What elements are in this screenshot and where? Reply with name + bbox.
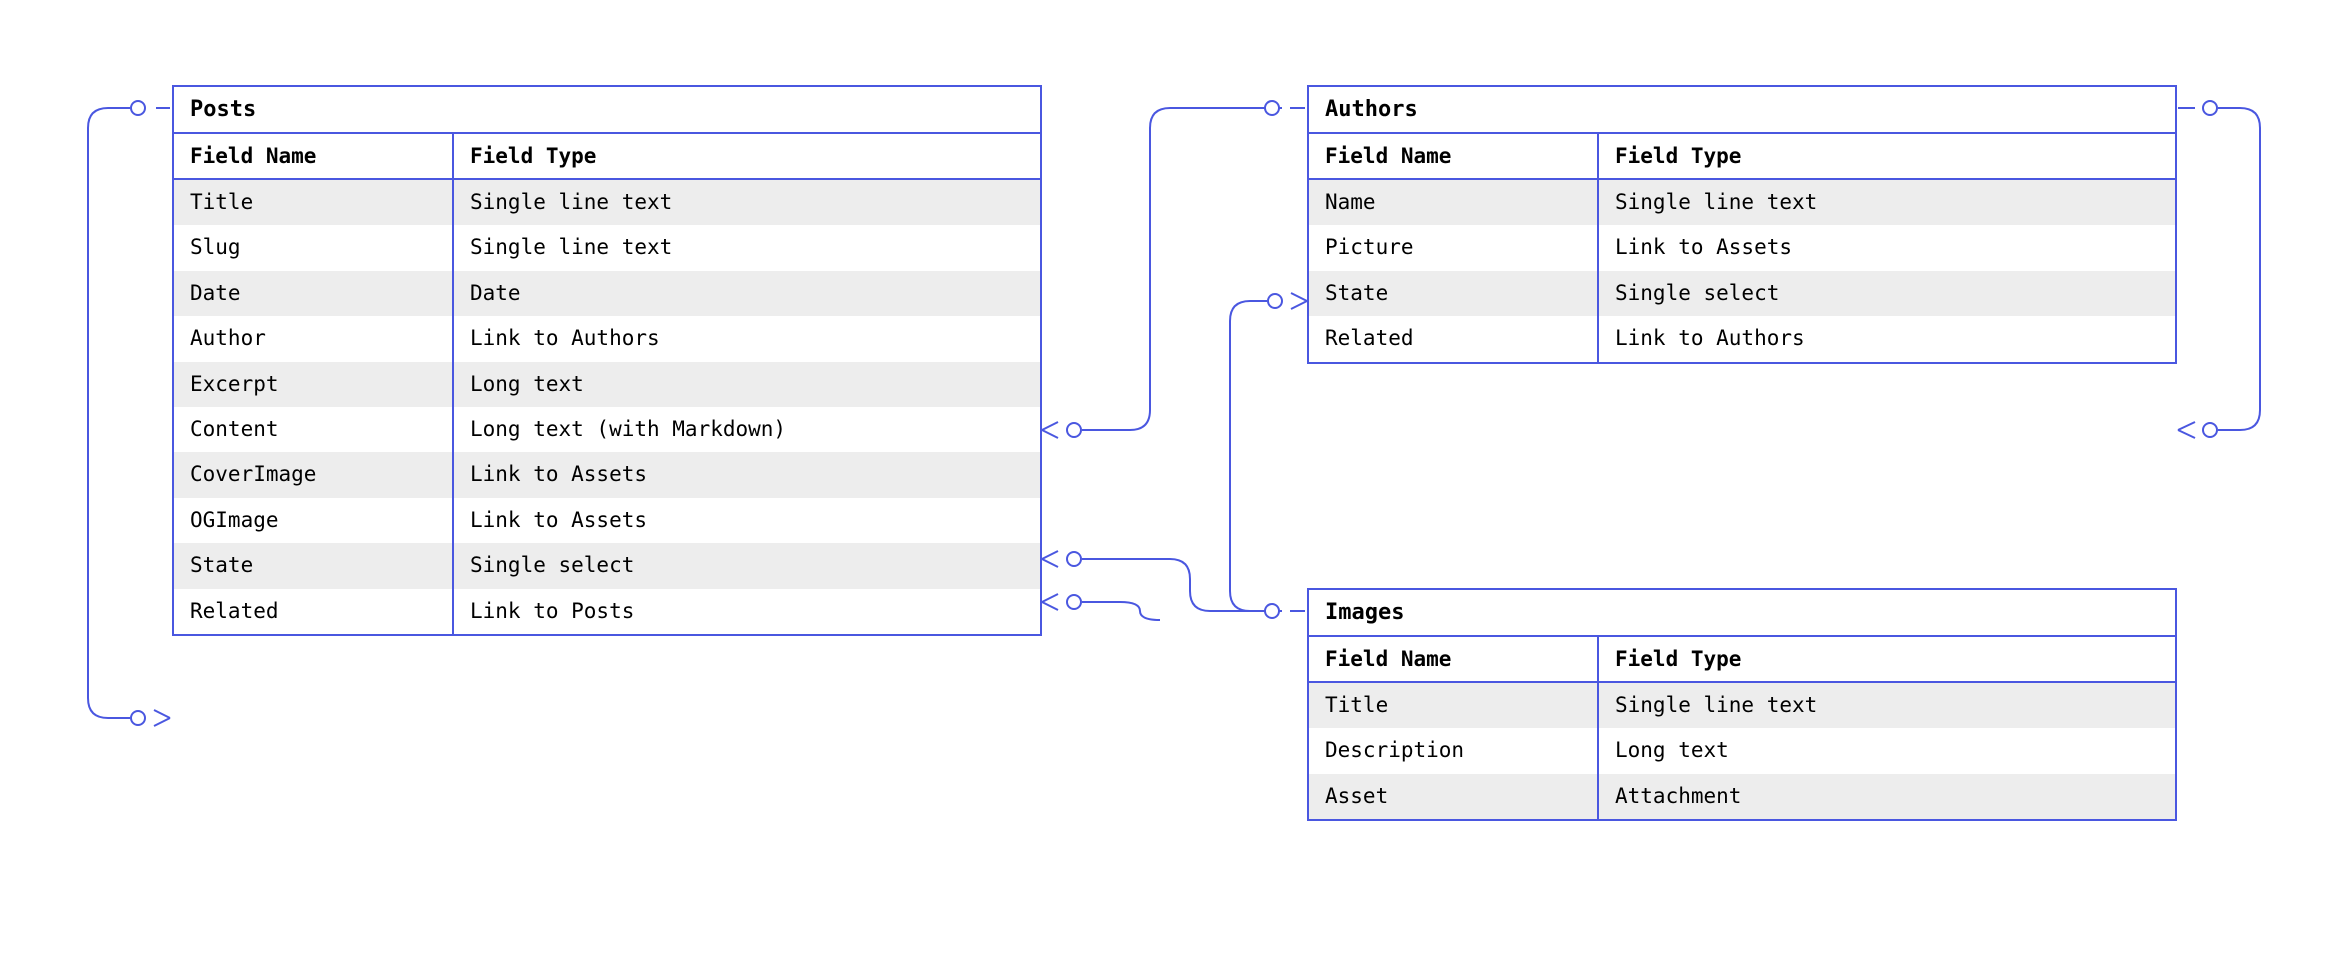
table-row: CoverImage Link to Assets bbox=[174, 452, 1040, 497]
rel-posts-related-self bbox=[88, 101, 170, 726]
header-field-name: Field Name bbox=[1309, 134, 1599, 178]
table-row: Excerpt Long text bbox=[174, 362, 1040, 407]
header-field-type: Field Type bbox=[454, 134, 1040, 178]
table-row: OGImage Link to Assets bbox=[174, 498, 1040, 543]
table-images: Images Field Name Field Type Title Singl… bbox=[1307, 588, 2177, 821]
table-row: Name Single line text bbox=[1309, 180, 2175, 225]
table-header-row: Field Name Field Type bbox=[1309, 134, 2175, 180]
table-row: Content Long text (with Markdown) bbox=[174, 407, 1040, 452]
rel-posts-author-to-authors bbox=[1042, 101, 1305, 438]
table-row: Picture Link to Assets bbox=[1309, 225, 2175, 270]
table-row: Title Single line text bbox=[174, 180, 1040, 225]
rel-posts-coverimage-to-images bbox=[1042, 551, 1305, 618]
rel-authors-related-self bbox=[2178, 101, 2260, 438]
table-header-row: Field Name Field Type bbox=[1309, 637, 2175, 683]
table-row: Related Link to Posts bbox=[174, 589, 1040, 634]
table-authors: Authors Field Name Field Type Name Singl… bbox=[1307, 85, 2177, 364]
rel-posts-ogimage-to-images bbox=[1042, 594, 1160, 620]
table-row: Asset Attachment bbox=[1309, 774, 2175, 819]
table-posts: Posts Field Name Field Type Title Single… bbox=[172, 85, 1042, 636]
table-title: Images bbox=[1309, 590, 2175, 637]
table-row: Author Link to Authors bbox=[174, 316, 1040, 361]
table-title: Posts bbox=[174, 87, 1040, 134]
table-row: State Single select bbox=[1309, 271, 2175, 316]
table-row: State Single select bbox=[174, 543, 1040, 588]
header-field-type: Field Type bbox=[1599, 637, 2175, 681]
header-field-type: Field Type bbox=[1599, 134, 2175, 178]
table-row: Slug Single line text bbox=[174, 225, 1040, 270]
table-row: Description Long text bbox=[1309, 728, 2175, 773]
rel-authors-picture-to-images bbox=[1230, 293, 1307, 611]
table-header-row: Field Name Field Type bbox=[174, 134, 1040, 180]
table-title: Authors bbox=[1309, 87, 2175, 134]
header-field-name: Field Name bbox=[1309, 637, 1599, 681]
table-row: Title Single line text bbox=[1309, 683, 2175, 728]
header-field-name: Field Name bbox=[174, 134, 454, 178]
table-row: Related Link to Authors bbox=[1309, 316, 2175, 361]
table-row: Date Date bbox=[174, 271, 1040, 316]
